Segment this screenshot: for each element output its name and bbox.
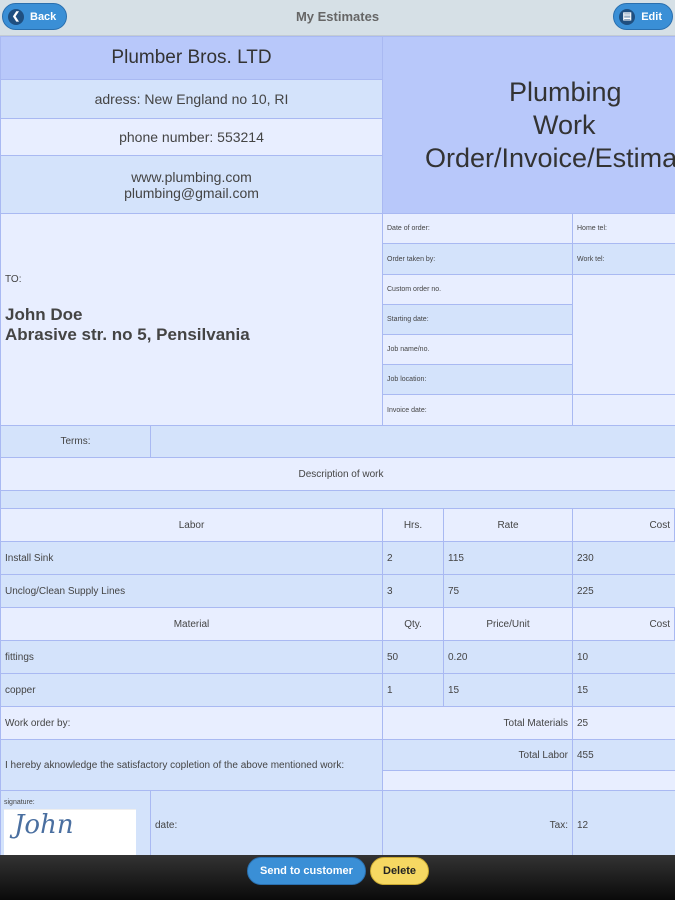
- total-materials-label: Total Materials: [382, 706, 573, 740]
- customer-block: TO: John Doe Abrasive str. no 5, Pensilv…: [0, 213, 383, 426]
- labor-hrs: 3: [382, 574, 444, 608]
- signature-image[interactable]: John: [4, 809, 136, 859]
- labor-rate: 115: [443, 541, 573, 575]
- blank-cell: [382, 770, 573, 791]
- field-job-location[interactable]: Job location:: [382, 364, 573, 395]
- field-starting-date[interactable]: Starting date:: [382, 304, 573, 335]
- field-order-taken-by[interactable]: Order taken by:: [382, 243, 573, 275]
- labor-hrs: 2: [382, 541, 444, 575]
- field-job-name[interactable]: Job name/no.: [382, 334, 573, 365]
- labor-desc: Unclog/Clean Supply Lines: [0, 574, 383, 608]
- title-line: Work: [533, 109, 596, 140]
- terms-field[interactable]: [150, 425, 675, 458]
- bottom-toolbar: Send to customer Delete: [0, 855, 675, 900]
- to-label: TO:: [5, 274, 22, 285]
- material-header: Material: [0, 607, 383, 641]
- labor-rate: 75: [443, 574, 573, 608]
- labor-header: Labor: [0, 508, 383, 542]
- company-address: adress: New England no 10, RI: [0, 79, 383, 119]
- material-qty: 1: [382, 673, 444, 707]
- title-line: Order/Invoice/Estimate: [425, 142, 675, 173]
- qty-header: Qty.: [382, 607, 444, 641]
- field-work-tel[interactable]: Work tel:: [572, 243, 675, 275]
- document-title: Plumbing Work Order/Invoice/Estimate: [382, 36, 675, 214]
- description-field[interactable]: [0, 490, 675, 509]
- company-email[interactable]: plumbing@gmail.com: [124, 185, 259, 201]
- company-phone: phone number: 553214: [0, 118, 383, 156]
- description-header: Description of work: [0, 457, 675, 491]
- material-desc: fittings: [0, 640, 383, 674]
- material-desc: copper: [0, 673, 383, 707]
- edit-button[interactable]: ▤ Edit: [613, 3, 673, 30]
- top-bar: ❮ Back My Estimates ▤ Edit: [0, 0, 675, 36]
- cost-header: Cost: [572, 607, 675, 641]
- blank-cell: [572, 274, 675, 395]
- signature-label: signature:: [4, 799, 35, 806]
- field-invoice-date[interactable]: Invoice date:: [382, 394, 573, 426]
- page-title: My Estimates: [295, 9, 380, 24]
- blank-cell: [572, 394, 675, 426]
- field-home-tel[interactable]: Home tel:: [572, 213, 675, 244]
- edit-icon: ▤: [619, 8, 636, 25]
- total-materials-value: 25: [572, 706, 675, 740]
- total-labor-label: Total Labor: [382, 739, 573, 771]
- labor-desc: Install Sink: [0, 541, 383, 575]
- material-cost: 10: [572, 640, 675, 674]
- field-date-of-order[interactable]: Date of order:: [382, 213, 573, 244]
- customer-name: John Doe: [5, 305, 83, 324]
- total-labor-value: 455: [572, 739, 675, 771]
- field-custom-order-no[interactable]: Custom order no.: [382, 274, 573, 305]
- company-name: Plumber Bros. LTD: [0, 36, 383, 80]
- material-price: 15: [443, 673, 573, 707]
- terms-label: Terms:: [0, 425, 151, 458]
- cost-header: Cost: [572, 508, 675, 542]
- signature-cell: signature: John: [0, 790, 151, 860]
- edit-label: Edit: [641, 10, 662, 23]
- title-line: Plumbing: [509, 76, 622, 107]
- tax-value: 12: [572, 790, 675, 860]
- company-contact: www.plumbing.com plumbing@gmail.com: [0, 155, 383, 214]
- tax-label: Tax:: [382, 790, 573, 860]
- send-to-customer-button[interactable]: Send to customer: [247, 857, 366, 885]
- material-qty: 50: [382, 640, 444, 674]
- rate-header: Rate: [443, 508, 573, 542]
- price-header: Price/Unit: [443, 607, 573, 641]
- labor-cost: 225: [572, 574, 675, 608]
- company-web[interactable]: www.plumbing.com: [131, 169, 252, 185]
- customer-address: Abrasive str. no 5, Pensilvania: [5, 325, 250, 344]
- date-label[interactable]: date:: [150, 790, 383, 860]
- material-cost: 15: [572, 673, 675, 707]
- material-price: 0.20: [443, 640, 573, 674]
- delete-button[interactable]: Delete: [370, 857, 430, 885]
- labor-cost: 230: [572, 541, 675, 575]
- acknowledge-text: I hereby aknowledge the satisfactory cop…: [0, 739, 383, 791]
- hrs-header: Hrs.: [382, 508, 444, 542]
- blank-cell: [572, 770, 675, 791]
- work-order-by: Work order by:: [0, 706, 383, 740]
